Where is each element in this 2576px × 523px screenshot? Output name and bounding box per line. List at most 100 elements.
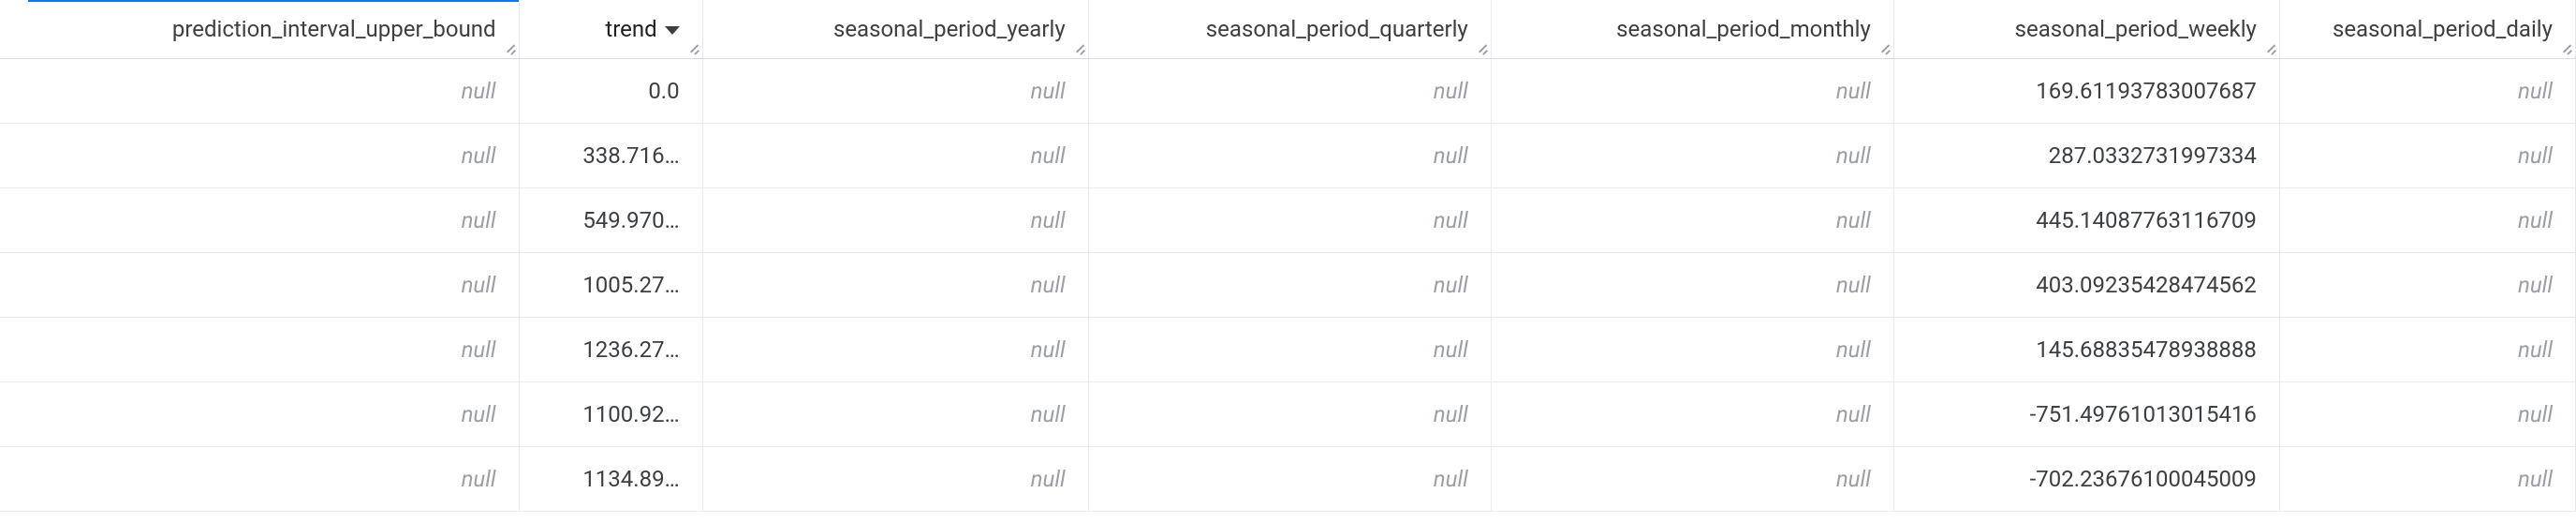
row-gutter [0,317,28,381]
cell-quarterly[interactable]: null [1088,381,1491,446]
cell-yearly[interactable]: null [702,123,1088,187]
column-resize-handle[interactable] [685,41,699,54]
table-row: null338.716…nullnullnull287.033273199733… [0,123,2576,187]
column-header-weekly[interactable]: seasonal_period_weekly [1893,0,2279,58]
cell-yearly[interactable]: null [702,381,1088,446]
cell-monthly[interactable]: null [1491,123,1893,187]
cell-trend[interactable]: 549.970… [519,187,702,252]
null-value: null [1031,207,1066,233]
cell-quarterly[interactable]: null [1088,58,1491,123]
cell-yearly[interactable]: null [702,58,1088,123]
column-resize-handle[interactable] [1474,41,1487,54]
column-header-label: trend [605,16,656,42]
null-value: null [462,78,496,104]
column-header-daily[interactable]: seasonal_period_daily [2279,0,2575,58]
cell-bound[interactable]: null [28,381,519,446]
null-value: null [1836,207,1871,233]
cell-bound[interactable]: null [28,317,519,381]
cell-daily[interactable]: null [2279,446,2575,511]
null-value: null [1836,466,1871,492]
row-gutter [0,446,28,511]
cell-weekly[interactable]: -702.23676100045009 [1893,446,2279,511]
cell-trend[interactable]: 1005.27… [519,252,702,317]
null-value: null [2518,142,2553,169]
cell-daily[interactable]: null [2279,123,2575,187]
cell-quarterly[interactable]: null [1088,187,1491,252]
column-resize-handle[interactable] [2558,41,2571,54]
cell-yearly[interactable]: null [702,317,1088,381]
cell-weekly[interactable]: 287.0332731997334 [1893,123,2279,187]
cell-trend[interactable]: 1100.92… [519,381,702,446]
null-value: null [2518,466,2553,492]
cell-daily[interactable]: null [2279,58,2575,123]
cell-value: -751.49761013015416 [2030,401,2257,427]
cell-value: 1236.27… [582,336,679,363]
null-value: null [2518,401,2553,427]
column-header-label: seasonal_period_quarterly [1206,16,1468,42]
cell-daily[interactable]: null [2279,187,2575,252]
column-header-monthly[interactable]: seasonal_period_monthly [1491,0,1893,58]
table-body: null0.0nullnullnull169.61193783007687nul… [0,58,2576,511]
column-header-trend[interactable]: trend [519,0,702,58]
null-value: null [1836,142,1871,169]
column-header-label: seasonal_period_monthly [1616,16,1871,42]
cell-value: 145.68835478938888 [2036,336,2257,363]
column-header-bound[interactable]: prediction_interval_upper_bound [28,0,519,58]
cell-monthly[interactable]: null [1491,446,1893,511]
cell-bound[interactable]: null [28,187,519,252]
cell-value: 445.14087763116709 [2036,207,2257,233]
column-resize-handle[interactable] [2262,41,2275,54]
cell-quarterly[interactable]: null [1088,317,1491,381]
cell-trend[interactable]: 1236.27… [519,317,702,381]
cell-yearly[interactable]: null [702,446,1088,511]
table-row: null0.0nullnullnull169.61193783007687nul… [0,58,2576,123]
cell-monthly[interactable]: null [1491,187,1893,252]
null-value: null [1031,466,1066,492]
table-row: null1134.89…nullnullnull-702.23676100045… [0,446,2576,511]
cell-monthly[interactable]: null [1491,381,1893,446]
cell-weekly[interactable]: 445.14087763116709 [1893,187,2279,252]
null-value: null [1031,336,1066,363]
cell-weekly[interactable]: -751.49761013015416 [1893,381,2279,446]
cell-trend[interactable]: 338.716… [519,123,702,187]
cell-bound[interactable]: null [28,123,519,187]
cell-bound[interactable]: null [28,446,519,511]
cell-yearly[interactable]: null [702,187,1088,252]
cell-daily[interactable]: null [2279,381,2575,446]
cell-daily[interactable]: null [2279,317,2575,381]
cell-quarterly[interactable]: null [1088,252,1491,317]
row-gutter [0,58,28,123]
cell-value: 0.0 [648,78,679,104]
cell-yearly[interactable]: null [702,252,1088,317]
null-value: null [1434,466,1468,492]
column-header-yearly[interactable]: seasonal_period_yearly [702,0,1088,58]
null-value: null [1836,78,1871,104]
cell-weekly[interactable]: 145.68835478938888 [1893,317,2279,381]
null-value: null [462,142,496,169]
cell-daily[interactable]: null [2279,252,2575,317]
results-table: prediction_interval_upper_bound trend seas… [0,0,2576,512]
column-resize-handle[interactable] [1071,41,1084,54]
null-value: null [1434,207,1468,233]
cell-bound[interactable]: null [28,58,519,123]
cell-trend[interactable]: 0.0 [519,58,702,123]
cell-weekly[interactable]: 169.61193783007687 [1893,58,2279,123]
null-value: null [1434,336,1468,363]
column-header-quarterly[interactable]: seasonal_period_quarterly [1088,0,1491,58]
cell-quarterly[interactable]: null [1088,123,1491,187]
table-row: null 1236.27… null null null 145.688354789388… [0,317,2576,381]
cell-weekly[interactable]: 403.09235428474562 [1893,252,2279,317]
row-gutter [0,252,28,317]
cell-bound[interactable]: null [28,252,519,317]
cell-quarterly[interactable]: null [1088,446,1491,511]
cell-trend[interactable]: 1134.89… [519,446,702,511]
null-value: null [1836,401,1871,427]
column-header-label: seasonal_period_yearly [833,16,1066,42]
null-value: null [1434,78,1468,104]
column-resize-handle[interactable] [502,41,515,54]
null-value: null [1836,336,1871,363]
cell-monthly[interactable]: null [1491,58,1893,123]
cell-monthly[interactable]: null [1491,252,1893,317]
column-resize-handle[interactable] [1877,41,1890,54]
cell-monthly[interactable]: null [1491,317,1893,381]
